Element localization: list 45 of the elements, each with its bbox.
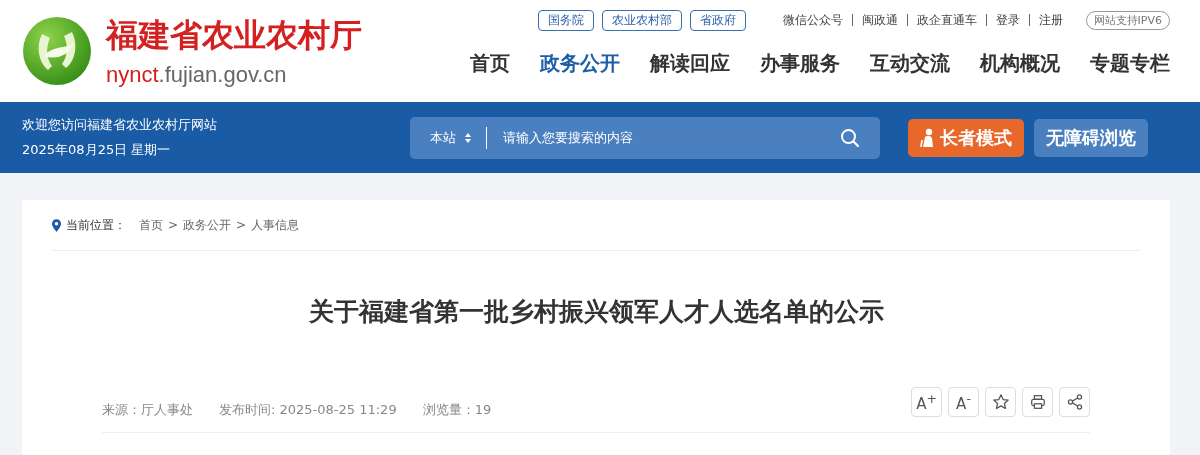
font-size-button[interactable]: A$^{+}$	[911, 387, 942, 417]
location-pin-icon	[52, 218, 61, 232]
search-icon[interactable]	[840, 127, 860, 148]
breadcrumb-link[interactable]: 政务公开	[183, 216, 232, 234]
site-domain: nynct.fujian.gov.cn	[106, 62, 288, 88]
star-icon	[991, 393, 1010, 411]
article-title: 关于福建省第一批乡村振兴领军人才人选名单的公示	[307, 296, 885, 328]
breadcrumb-link[interactable]: 首页	[139, 216, 163, 234]
utility-link[interactable]: 闽政通	[852, 11, 907, 29]
printer-icon	[1028, 393, 1047, 411]
nav-tab[interactable]: 首页	[470, 50, 510, 77]
article-meta: 发布时间: 2025-08-25 11:29	[219, 401, 397, 419]
breadcrumb-link[interactable]: 人事信息	[251, 216, 300, 234]
nav-tab[interactable]: 机构概况	[980, 50, 1060, 77]
site-title: 福建省农业农村厅	[106, 15, 362, 56]
share-button[interactable]	[1059, 387, 1090, 417]
utility-link[interactable]: 注册	[1029, 11, 1072, 29]
welcome-text: 欢迎您访问福建省农业农村厅网站	[22, 116, 218, 134]
breadcrumb-separator: >	[236, 218, 247, 232]
utility-link[interactable]: 政企直通车	[907, 11, 986, 29]
nav-tab[interactable]: 互动交流	[870, 50, 950, 77]
share-icon	[1065, 393, 1084, 411]
article-meta: 来源：厅人事处	[102, 401, 193, 419]
breadcrumb-separator: >	[168, 218, 179, 232]
current-date: 2025年08月25日 星期一	[22, 141, 172, 159]
portal-link[interactable]: 国务院	[537, 9, 594, 31]
up-down-caret-icon	[464, 131, 472, 144]
print-button[interactable]	[1022, 387, 1053, 417]
accessibility-button[interactable]: 无障碍浏览	[1034, 118, 1148, 157]
search-field[interactable]: 本站 请输入您要搜索的内容	[410, 116, 880, 159]
article-meta: 浏览量：19	[422, 401, 492, 419]
portal-link[interactable]: 省政府	[689, 9, 746, 31]
utility-link[interactable]: 登录	[986, 11, 1029, 29]
nav-tab[interactable]: 办事服务	[760, 50, 840, 77]
scope-select[interactable]: 本站	[430, 128, 472, 147]
nav-tab[interactable]: 专题专栏	[1090, 50, 1170, 77]
utility-link[interactable]: 微信公众号	[773, 11, 852, 29]
portal-link[interactable]: 农业农村部	[601, 9, 682, 31]
favorite-button[interactable]	[985, 387, 1016, 417]
logo-icon	[22, 16, 92, 86]
nav-tab[interactable]: 政务公开	[540, 50, 620, 77]
breadcrumb-label: 当前位置：	[66, 216, 126, 234]
elder-person-icon	[920, 127, 936, 148]
font-size-button[interactable]: A$^{-}$	[948, 387, 979, 417]
nav-tab[interactable]: 解读回应	[650, 50, 730, 77]
